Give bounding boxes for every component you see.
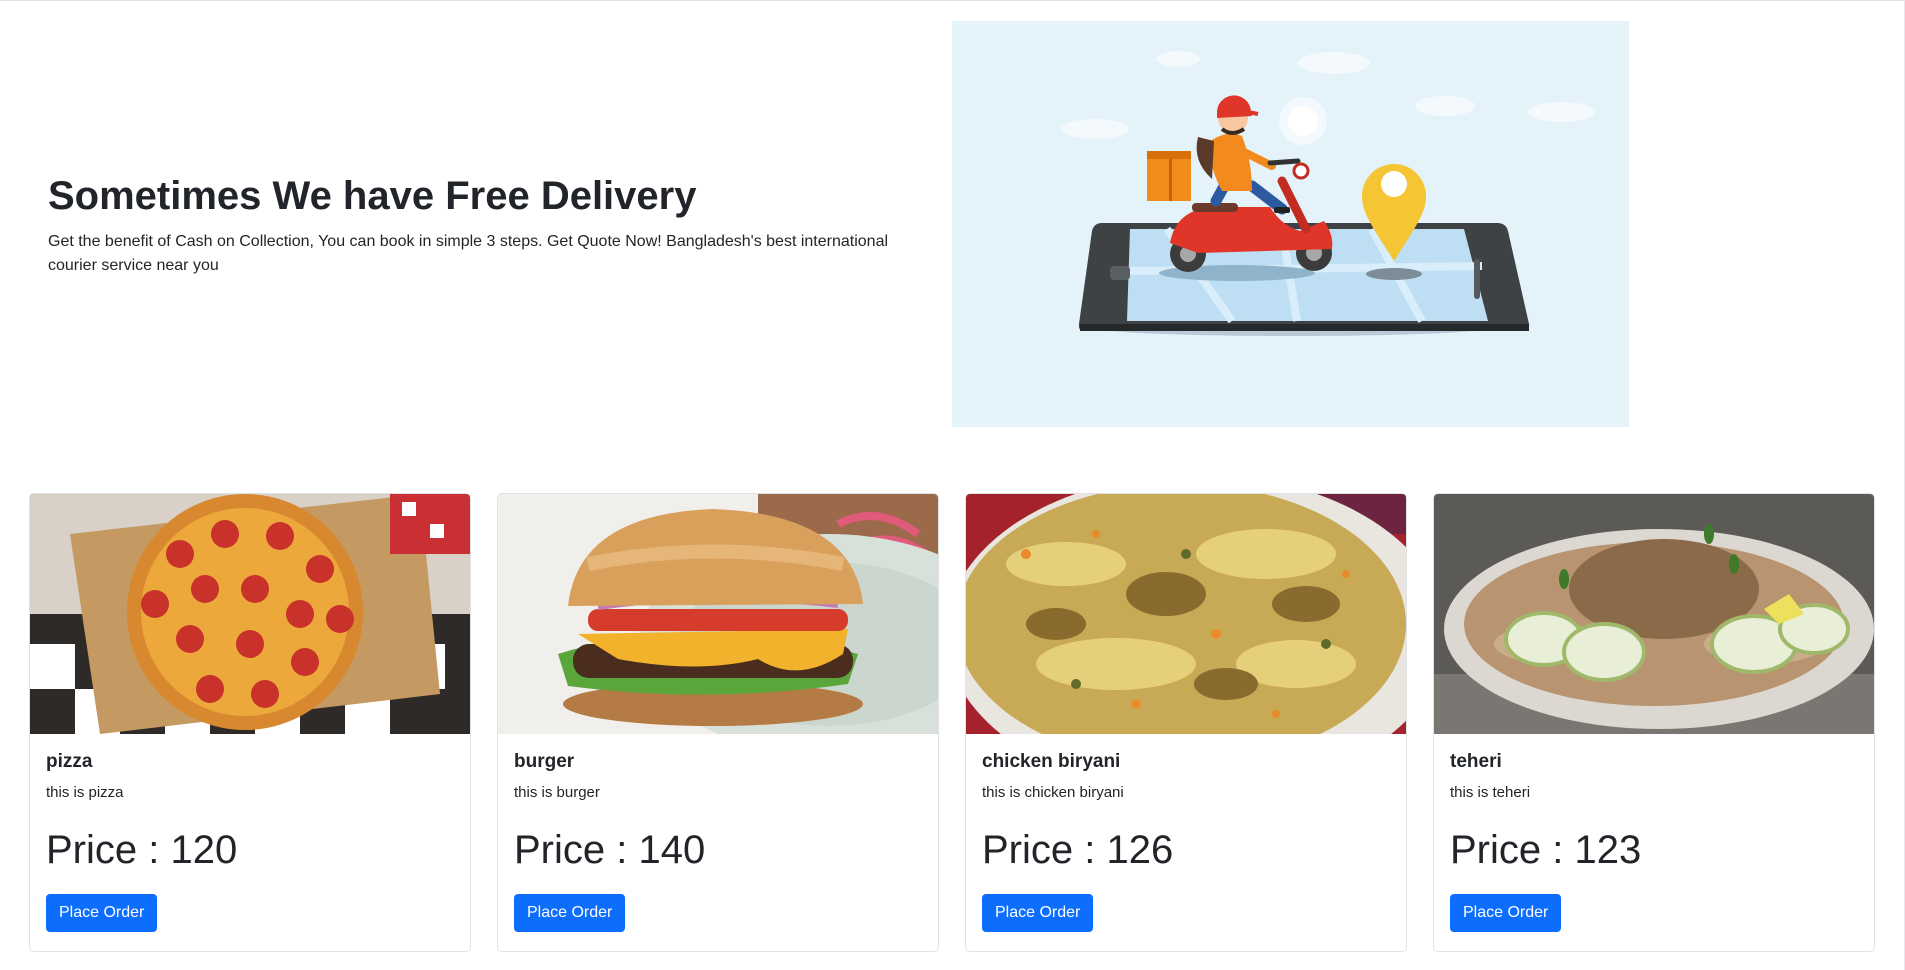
pizza-image (30, 494, 470, 734)
product-name: teheri (1450, 751, 1502, 772)
product-price: Price : 123 (1450, 828, 1642, 873)
place-order-button[interactable]: Place Order (1450, 894, 1562, 933)
product-price: Price : 120 (46, 828, 238, 873)
place-order-button[interactable]: Place Order (46, 894, 158, 933)
product-card: chicken biryani this is chicken biryani … (965, 493, 1407, 952)
product-description: this is burger (514, 783, 600, 801)
product-list: pizza this is pizza Price : 120 Place Or… (29, 493, 1875, 952)
hero-title: Sometimes We have Free Delivery (48, 174, 697, 218)
card-body: chicken biryani this is chicken biryani … (982, 751, 1390, 933)
product-card: pizza this is pizza Price : 120 Place Or… (29, 493, 471, 952)
place-order-button[interactable]: Place Order (982, 894, 1094, 933)
hero-section: Sometimes We have Free Delivery Get the … (0, 0, 1905, 440)
product-description: this is chicken biryani (982, 783, 1124, 801)
hero-text: Sometimes We have Free Delivery Get the … (48, 172, 938, 278)
product-price: Price : 140 (514, 828, 706, 873)
chicken-biryani-image (966, 494, 1406, 734)
product-name: burger (514, 751, 575, 772)
product-description: this is pizza (46, 783, 124, 801)
hero-description: Get the benefit of Cash on Collection, Y… (48, 233, 889, 274)
product-price: Price : 126 (982, 828, 1174, 873)
place-order-button[interactable]: Place Order (514, 894, 626, 933)
card-body: pizza this is pizza Price : 120 Place Or… (46, 751, 454, 933)
product-name: pizza (46, 751, 93, 772)
product-card: burger this is burger Price : 140 Place … (497, 493, 939, 952)
burger-image (498, 494, 938, 734)
product-card: teheri this is teheri Price : 123 Place … (1433, 493, 1875, 952)
card-body: teheri this is teheri Price : 123 Place … (1450, 751, 1858, 933)
delivery-illustration (952, 21, 1629, 427)
product-name: chicken biryani (982, 751, 1121, 772)
product-description: this is teheri (1450, 783, 1531, 801)
card-body: burger this is burger Price : 140 Place … (514, 751, 922, 933)
teheri-image (1434, 494, 1874, 734)
